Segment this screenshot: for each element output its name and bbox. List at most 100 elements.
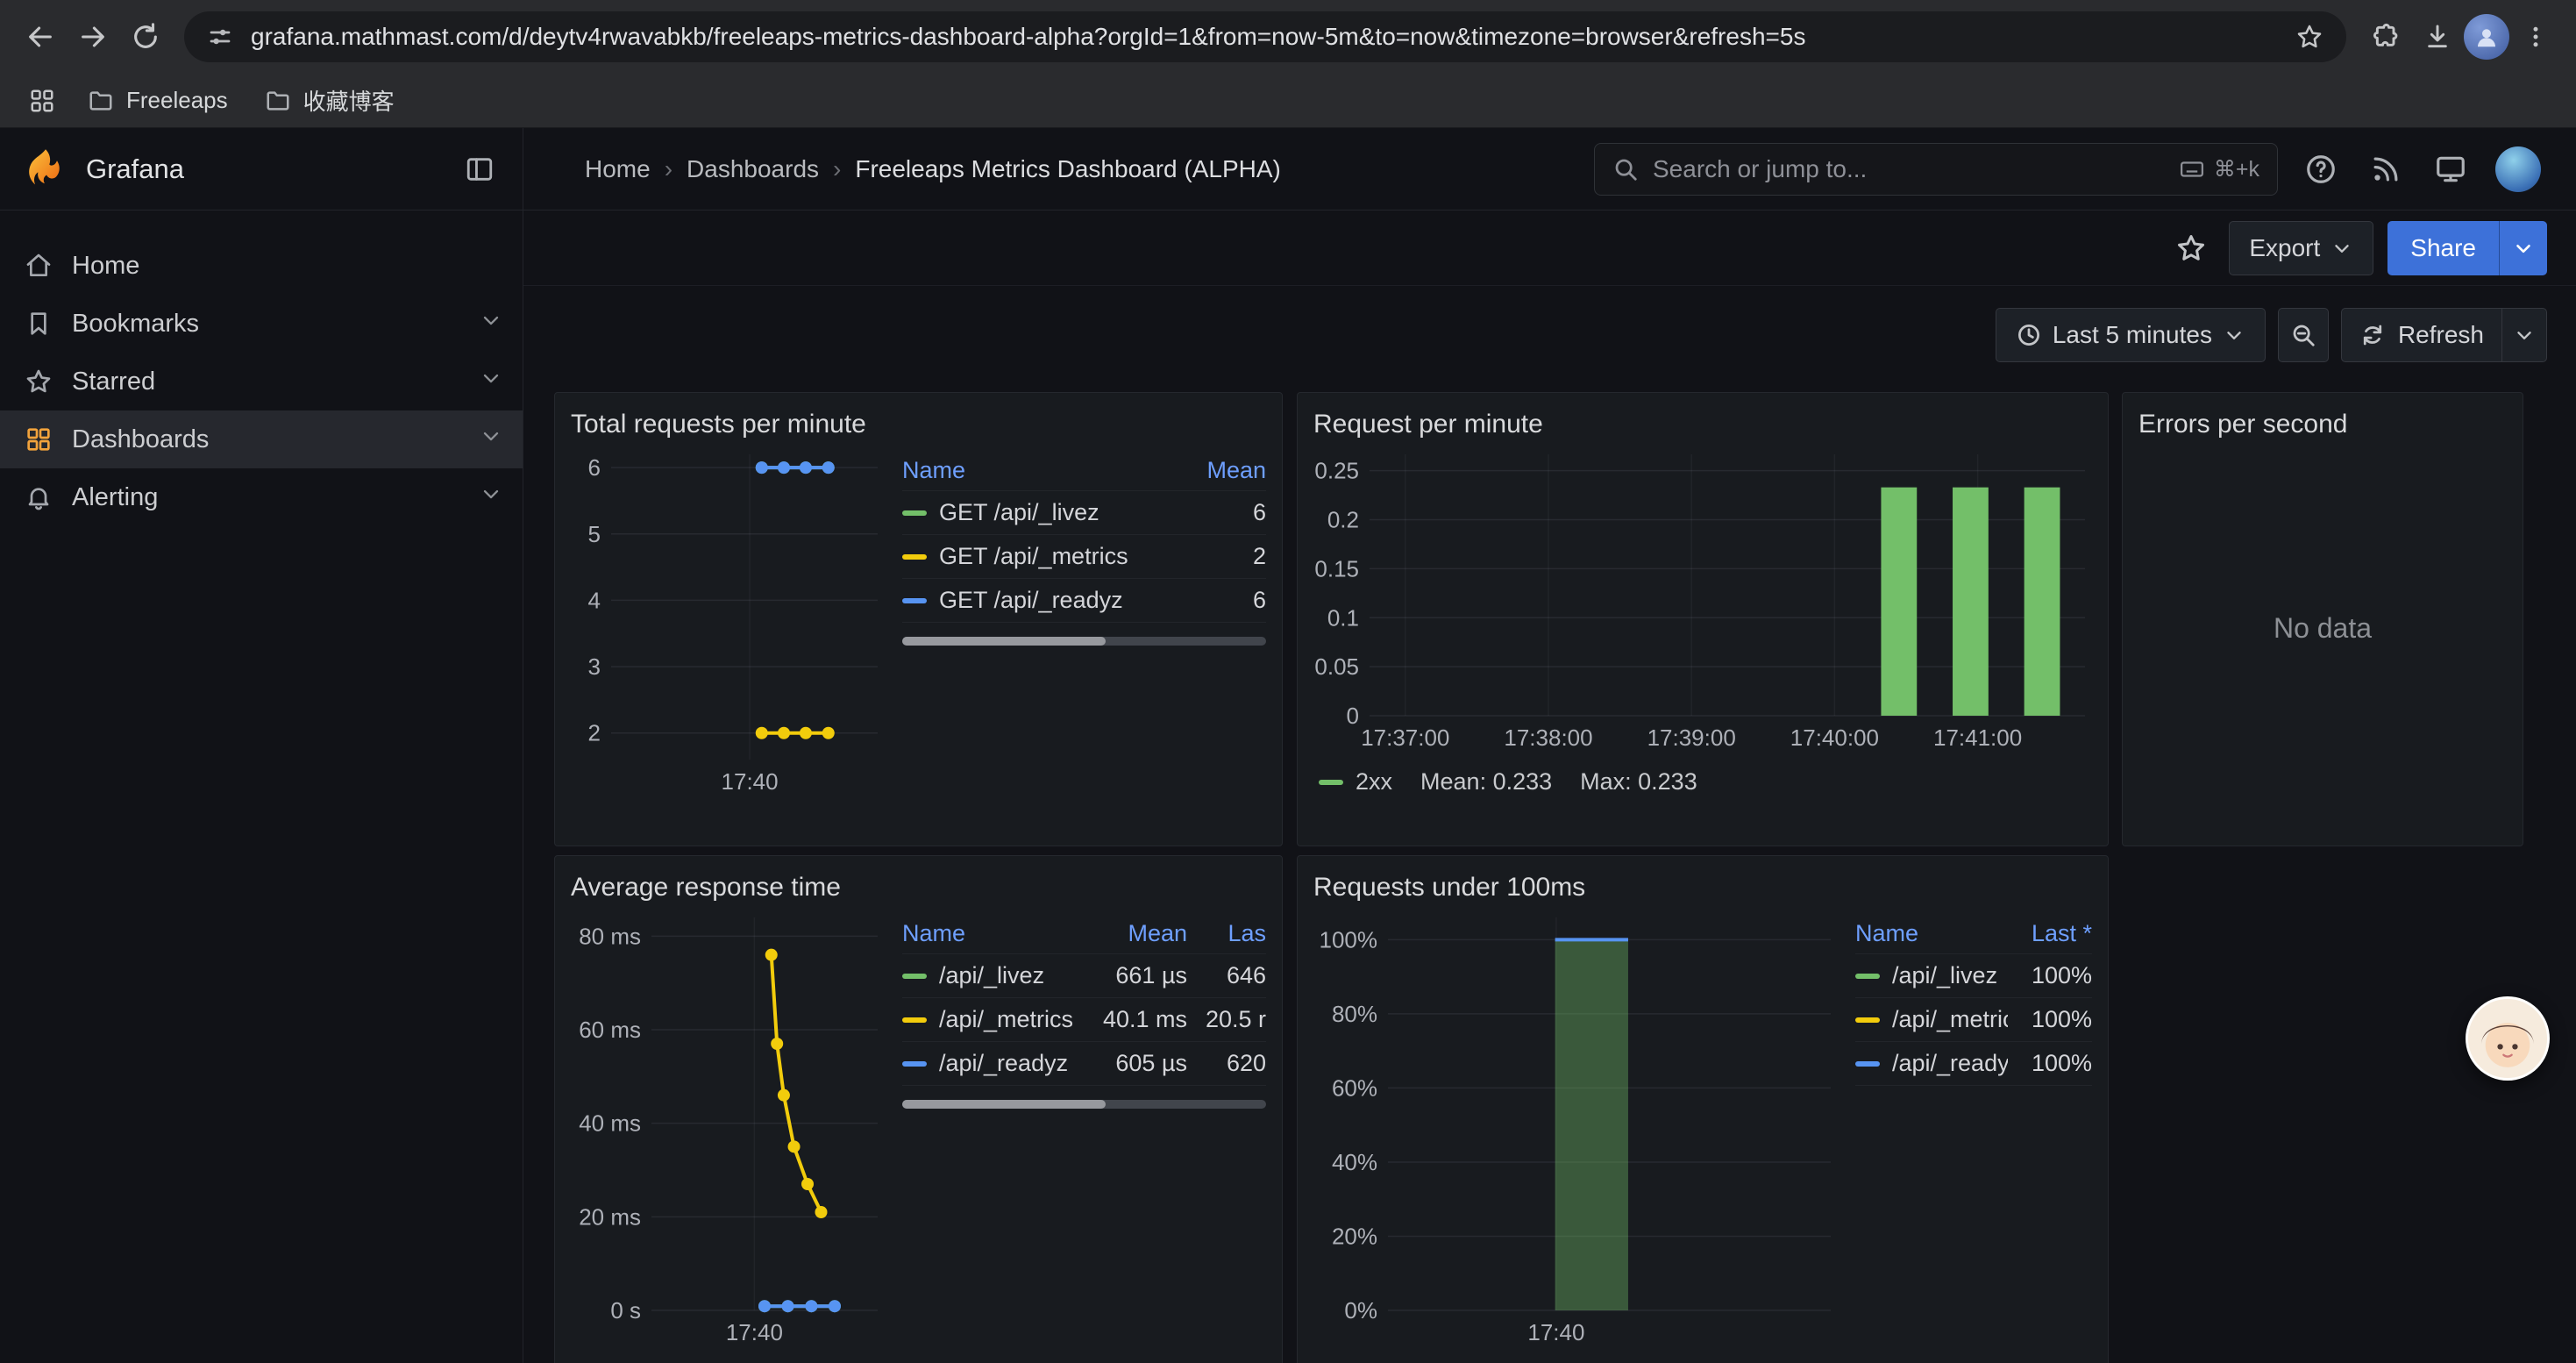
expand-chevron[interactable]: [479, 482, 503, 513]
export-button[interactable]: Export: [2229, 221, 2373, 275]
legend-row[interactable]: /api/_livez 100%: [1855, 954, 2092, 998]
chevron-down-icon: [479, 482, 503, 506]
panel-title[interactable]: Average response time: [571, 868, 1266, 907]
url-text[interactable]: grafana.mathmast.com/d/deytv4rwavabkb/fr…: [251, 23, 2278, 51]
svg-text:20 ms: 20 ms: [579, 1203, 641, 1230]
expand-chevron[interactable]: [479, 424, 503, 455]
browser-menu-button[interactable]: [2509, 11, 2562, 63]
url-bar[interactable]: grafana.mathmast.com/d/deytv4rwavabkb/fr…: [184, 11, 2346, 62]
expand-chevron[interactable]: [479, 308, 503, 339]
bookmark-star-icon[interactable]: [2295, 23, 2323, 51]
forward-button[interactable]: [67, 11, 119, 63]
legend-col-last[interactable]: Last *: [2008, 920, 2092, 947]
sidebar-item-home[interactable]: Home: [0, 237, 523, 295]
display-button[interactable]: [2430, 149, 2471, 189]
svg-text:60 ms: 60 ms: [579, 1017, 641, 1043]
average-response-time-chart[interactable]: 80 ms60 ms40 ms20 ms0 s17:40: [571, 907, 886, 1345]
search-input[interactable]: Search or jump to... ⌘+k: [1594, 143, 2278, 196]
grafana-header: Home › Dashboards › Freeleaps Metrics Da…: [523, 128, 2576, 211]
breadcrumb: Home › Dashboards › Freeleaps Metrics Da…: [585, 155, 1281, 183]
search-placeholder: Search or jump to...: [1653, 155, 2165, 183]
main-content: Export Share Last 5 minutes: [523, 211, 2576, 1363]
panel-title[interactable]: Requests under 100ms: [1313, 868, 2092, 907]
sidebar-item-label: Alerting: [72, 483, 158, 512]
svg-text:2: 2: [588, 720, 601, 746]
scrollbar-thumb[interactable]: [902, 637, 1106, 646]
browser-toolbar: grafana.mathmast.com/d/deytv4rwavabkb/fr…: [0, 0, 2576, 74]
panel-title[interactable]: Errors per second: [2138, 405, 2507, 444]
svg-text:5: 5: [588, 521, 601, 547]
extensions-button[interactable]: [2359, 11, 2411, 63]
chat-avatar-widget[interactable]: [2466, 996, 2550, 1081]
breadcrumb-home[interactable]: Home: [585, 155, 651, 183]
sidebar-item-starred[interactable]: Starred: [0, 353, 523, 410]
legend-col-mean[interactable]: Mean: [1182, 457, 1266, 484]
bookmark-icon: [25, 310, 53, 338]
legend-col-name[interactable]: Name: [902, 457, 1182, 484]
series-name[interactable]: 2xx: [1356, 768, 1392, 796]
requests-under-100ms-chart[interactable]: 100%80%60%40%20%0%17:40: [1313, 907, 1839, 1345]
grafana-user-avatar[interactable]: [2495, 146, 2541, 192]
time-range-picker[interactable]: Last 5 minutes: [1996, 308, 2266, 362]
refresh-interval-button[interactable]: [2501, 309, 2546, 361]
legend-row[interactable]: GET /api/_metrics 2: [902, 535, 1266, 579]
legend-header: Name Mean Las: [902, 914, 1266, 954]
favorite-dashboard-button[interactable]: [2167, 225, 2215, 272]
header-icons: [2301, 146, 2541, 192]
kebab-menu-icon: [2523, 24, 2549, 50]
share-button[interactable]: Share: [2387, 221, 2499, 275]
panel-title[interactable]: Total requests per minute: [571, 405, 1266, 444]
legend-line: 2xx Mean: 0.233 Max: 0.233: [1313, 768, 2092, 796]
bookmarks-bar: Freeleaps 收藏博客: [0, 74, 2576, 128]
sidebar-nav: Home Bookmarks Starred Dashboards Alerti…: [0, 211, 523, 1363]
legend-col-name[interactable]: Name: [902, 920, 1078, 947]
news-button[interactable]: [2366, 149, 2406, 189]
legend-col-last[interactable]: Las: [1187, 920, 1266, 947]
svg-text:0.2: 0.2: [1327, 507, 1359, 533]
browser-profile-avatar[interactable]: [2464, 14, 2509, 60]
bookmark-folder-freeleaps[interactable]: Freeleaps: [75, 82, 240, 119]
search-shortcut: ⌘+k: [2179, 156, 2259, 182]
expand-chevron[interactable]: [479, 366, 503, 397]
downloads-button[interactable]: [2411, 11, 2464, 63]
legend-col-mean[interactable]: Mean: [1078, 920, 1187, 947]
legend-scrollbar[interactable]: [902, 1100, 1266, 1109]
svg-text:40 ms: 40 ms: [579, 1110, 641, 1137]
legend-row[interactable]: /api/_readyz 100%: [1855, 1042, 2092, 1086]
legend-row[interactable]: GET /api/_livez 6: [902, 491, 1266, 535]
legend-row[interactable]: /api/_readyz 605 µs 620: [902, 1042, 1266, 1086]
sidebar-item-dashboards[interactable]: Dashboards: [0, 410, 523, 468]
legend-row[interactable]: /api/_metrics 40.1 ms 20.5 r: [902, 998, 1266, 1042]
folder-icon: [265, 88, 291, 114]
help-button[interactable]: [2301, 149, 2341, 189]
reload-button[interactable]: [119, 11, 172, 63]
total-requests-chart[interactable]: 6543217:40: [571, 444, 886, 795]
svg-text:0.15: 0.15: [1314, 555, 1359, 582]
legend-scrollbar[interactable]: [902, 637, 1266, 646]
breadcrumb-dashboards[interactable]: Dashboards: [687, 155, 819, 183]
legend-row[interactable]: GET /api/_readyz 6: [902, 579, 1266, 623]
request-per-minute-chart[interactable]: 0.250.20.150.10.05017:37:0017:38:0017:39…: [1313, 444, 2094, 751]
forward-arrow-icon: [78, 22, 108, 52]
refresh-button[interactable]: Refresh: [2342, 309, 2501, 361]
legend-col-name[interactable]: Name: [1855, 920, 2008, 947]
panel-title[interactable]: Request per minute: [1313, 405, 2092, 444]
svg-text:0: 0: [1347, 703, 1359, 729]
legend-header: Name Mean: [902, 451, 1266, 491]
legend-row[interactable]: /api/_livez 661 µs 646: [902, 954, 1266, 998]
svg-text:6: 6: [588, 454, 601, 481]
svg-text:100%: 100%: [1320, 926, 1378, 953]
zoom-out-time-button[interactable]: [2278, 308, 2329, 362]
extensions-puzzle-icon: [2371, 23, 2399, 51]
scrollbar-thumb[interactable]: [902, 1100, 1106, 1109]
back-button[interactable]: [14, 11, 67, 63]
legend-row[interactable]: /api/_metrics 100%: [1855, 998, 2092, 1042]
sidebar-item-alerting[interactable]: Alerting: [0, 468, 523, 526]
share-menu-button[interactable]: [2499, 221, 2547, 275]
sidebar-item-bookmarks[interactable]: Bookmarks: [0, 295, 523, 353]
bookmark-folder-blogs[interactable]: 收藏博客: [253, 79, 407, 122]
apps-grid-icon: [29, 88, 55, 114]
sidebar-toggle-button[interactable]: [459, 149, 500, 189]
apps-grid-button[interactable]: [21, 80, 63, 122]
panel-request-per-minute: Request per minute 0.250.20.150.10.05017…: [1297, 392, 2109, 846]
